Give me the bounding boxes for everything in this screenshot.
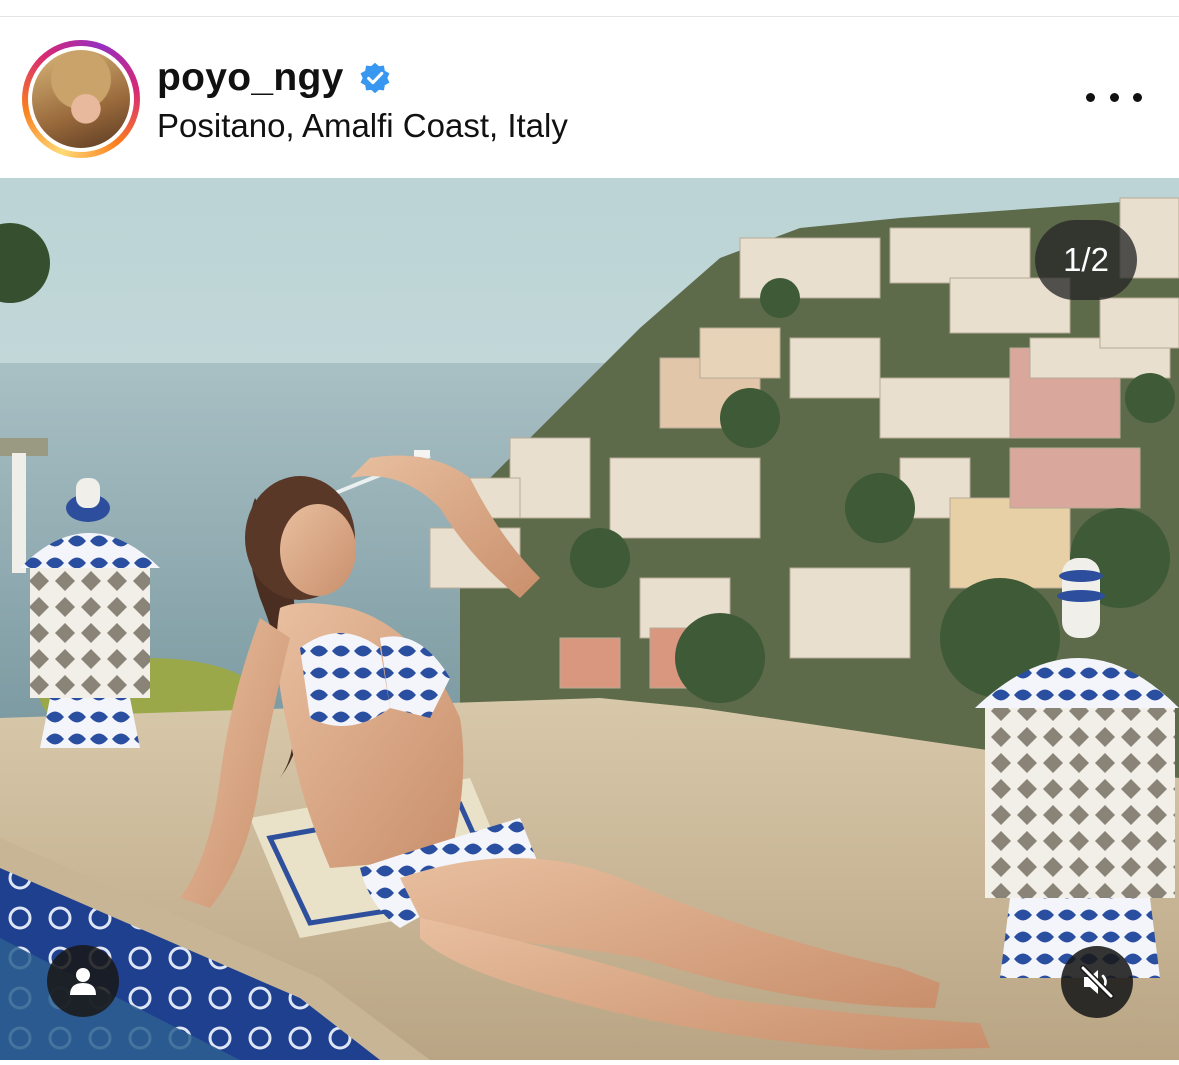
tagged-user-icon[interactable] (47, 945, 119, 1017)
sound-off-icon[interactable] (1061, 946, 1133, 1018)
more-options-icon[interactable] (1086, 85, 1142, 109)
location-link[interactable]: Positano, Amalfi Coast, Italy (157, 107, 568, 145)
story-ring[interactable] (22, 40, 140, 158)
post-header: poyo_ngy Positano, Amalfi Coast, Italy (0, 17, 1179, 177)
username-row: poyo_ngy (157, 55, 392, 101)
image-counter: 1/2 (1035, 220, 1137, 300)
photo-illustration (0, 178, 1179, 1060)
verified-badge-icon (360, 62, 390, 94)
avatar[interactable] (32, 50, 130, 148)
username[interactable]: poyo_ngy (157, 56, 344, 100)
post-photo[interactable] (0, 178, 1179, 1060)
